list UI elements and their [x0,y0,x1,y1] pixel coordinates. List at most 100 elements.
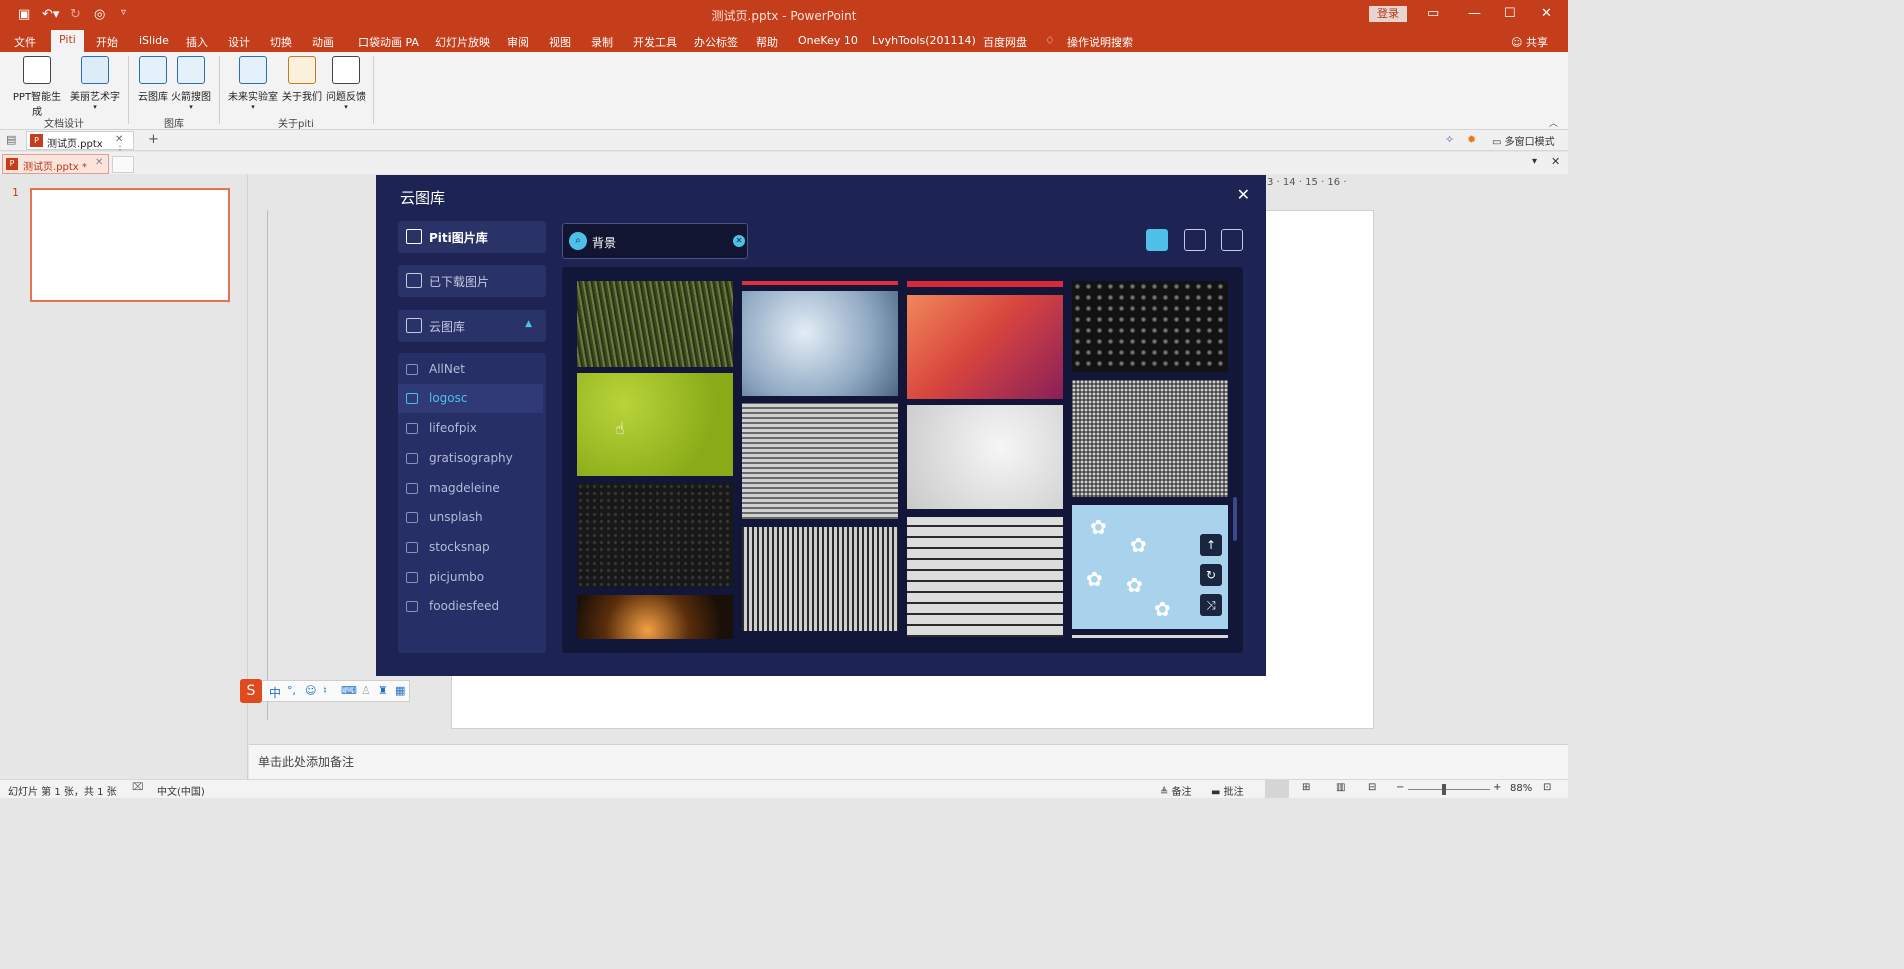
rocket-search-button[interactable]: 火箭搜图 ▾ [170,56,212,111]
gallery-image-stone-wall[interactable] [742,403,898,519]
sogou-logo-icon[interactable]: S [240,679,262,703]
tab-islide[interactable]: iSlide [139,34,169,47]
zoom-level[interactable]: 88% [1510,783,1532,794]
voice-icon[interactable]: ♮ [323,684,327,697]
tab-file[interactable]: 文件 [14,34,36,50]
feedback-button[interactable]: 问题反馈 ▾ [324,56,368,111]
notes-pane[interactable]: 单击此处添加备注 [249,744,1568,779]
language-indicator[interactable]: 中文(中国) [157,783,205,798]
gallery-image-brick-wall[interactable] [907,517,1063,637]
tab-office-tabs[interactable]: 办公标签 [694,34,738,50]
slide-sorter-icon[interactable]: ⊞ [1302,782,1310,793]
punctuation-icon[interactable]: °, [287,684,296,697]
normal-view-icon[interactable] [1265,780,1289,798]
search-input[interactable]: ⌕ 背景 ✕ [562,223,748,259]
tab-transitions[interactable]: 切换 [270,34,292,50]
document-tab[interactable]: P 测试页.pptx ✕ ⋮ [26,131,134,156]
gallery-image-fabric[interactable] [742,527,898,631]
gallery-image-next[interactable] [1072,635,1228,638]
collapse-ribbon-icon[interactable]: ︿ [1549,116,1558,129]
nav-downloaded[interactable]: 已下载图片 [398,265,546,297]
nav-cloud-library[interactable]: 云图库 ▲ [398,310,546,342]
gallery-image-grass[interactable] [577,281,733,367]
dialog-close-icon[interactable]: ✕ [1237,185,1250,204]
source-item-lifeofpix[interactable]: lifeofpix [398,414,543,443]
zoom-in-icon[interactable]: + [1493,782,1501,793]
nav-piti-library[interactable]: Piti图片库 [398,221,546,253]
share-button[interactable]: ☺ 共享 [1511,34,1548,50]
keyboard-icon[interactable]: ⌨ [341,684,357,697]
source-item-magdeleine[interactable]: magdeleine [398,474,543,503]
tab-home[interactable]: 开始 [96,34,118,50]
close-tab-icon[interactable]: ✕ [95,157,103,168]
ppt-smart-generate-button[interactable]: PPT智能生成 [8,56,66,118]
gallery-image-ice[interactable] [742,291,898,396]
tab-dropdown-icon[interactable]: ▾ [1532,156,1537,167]
tab-pocket-animation[interactable]: 口袋动画 PA [358,34,419,50]
tab-developer[interactable]: 开发工具 [633,34,677,50]
shuffle-button[interactable]: ⤨ [1200,594,1222,616]
source-item-unsplash[interactable]: unsplash [398,503,543,532]
gallery-image-white-texture[interactable] [907,405,1063,509]
tab-record[interactable]: 录制 [591,34,613,50]
source-item-foodiesfeed[interactable]: foodiesfeed [398,592,543,621]
ime-mode[interactable]: 中 [269,684,281,701]
active-document-tab[interactable]: P 测试页.pptx * ✕ [2,154,109,174]
new-tab-icon[interactable]: + [148,132,159,147]
notes-toggle-button[interactable]: ≜ 备注 [1160,783,1192,798]
source-item-allnet[interactable]: AllNet [398,355,543,384]
gallery-image-green-grass[interactable]: ☝ [577,373,733,476]
about-us-button[interactable]: 关于我们 [280,56,324,103]
skin-icon[interactable]: ♜ [378,684,388,697]
comments-toggle-button[interactable]: ▬ 批注 [1211,783,1244,798]
close-all-icon[interactable]: ✕ [1551,155,1560,168]
cloud-gallery-button[interactable]: 云图库 [135,56,171,103]
toolbox-icon[interactable]: ♙ [361,684,371,697]
gallery-image-gray-noise[interactable] [1072,380,1228,497]
tab-help[interactable]: 帮助 [756,34,778,50]
zoom-out-icon[interactable]: − [1396,782,1404,793]
multi-window-mode-button[interactable]: ▭ 多窗口模式 [1492,133,1555,148]
zoom-slider-thumb[interactable] [1442,784,1446,795]
gallery-image-black-drops[interactable] [1072,281,1228,372]
tab-design[interactable]: 设计 [228,34,250,50]
tell-me-search[interactable]: 操作说明搜索 [1067,34,1133,50]
menu-grid-icon[interactable]: ▦ [395,684,405,697]
settings-gear-icon[interactable]: ✹ [1467,133,1476,146]
source-item-logosc[interactable]: logosc [398,384,543,413]
tab-slideshow[interactable]: 幻灯片放映 [435,34,490,50]
tab-list-icon[interactable]: ▤ [6,133,16,146]
tab-onekey[interactable]: OneKey 10 [798,34,858,47]
gallery-image-water-drops[interactable] [577,483,733,587]
gallery-scrollbar[interactable] [1233,497,1237,541]
portrait-view-icon[interactable] [1221,229,1243,251]
emoji-icon[interactable]: ☺ [305,684,316,697]
slideshow-view-icon[interactable]: ⊟ [1368,782,1376,793]
landscape-view-icon[interactable] [1184,229,1206,251]
future-lab-button[interactable]: 未来实验室 ▾ [227,56,279,111]
tab-view[interactable]: 视图 [549,34,571,50]
tab-review[interactable]: 审阅 [507,34,529,50]
gallery-image-bokeh[interactable] [577,595,733,639]
reading-view-icon[interactable]: ▥ [1336,782,1345,793]
tab-animations[interactable]: 动画 [312,34,334,50]
login-button[interactable]: 登录 [1369,6,1407,22]
source-item-gratisography[interactable]: gratisography [398,444,543,473]
slide-thumbnail[interactable] [30,188,230,302]
grid-view-icon[interactable] [1146,229,1168,251]
ribbon-display-options-icon[interactable]: ▭ [1427,6,1439,21]
clear-search-icon[interactable]: ✕ [733,235,745,247]
tab-lvyhtools[interactable]: LvyhTools(201114) [872,34,976,47]
tab-piti[interactable]: Piti [51,30,84,52]
accessibility-icon[interactable]: ⌧ [132,782,144,793]
tab-baidu-netdisk[interactable]: 百度网盘 [983,34,1027,50]
refresh-button[interactable]: ↻ [1200,564,1222,586]
source-item-stocksnap[interactable]: stocksnap [398,533,543,562]
collapse-arrow-icon[interactable]: ▲ [525,319,532,329]
gallery-image-abstract-paint[interactable] [907,295,1063,399]
source-item-picjumbo[interactable]: picjumbo [398,563,543,592]
magic-icon[interactable]: ✧ [1445,133,1454,146]
maximize-icon[interactable]: ☐ [1504,6,1516,21]
tab-insert[interactable]: 插入 [186,34,208,50]
art-text-button[interactable]: 美丽艺术字 ▾ [68,56,122,111]
